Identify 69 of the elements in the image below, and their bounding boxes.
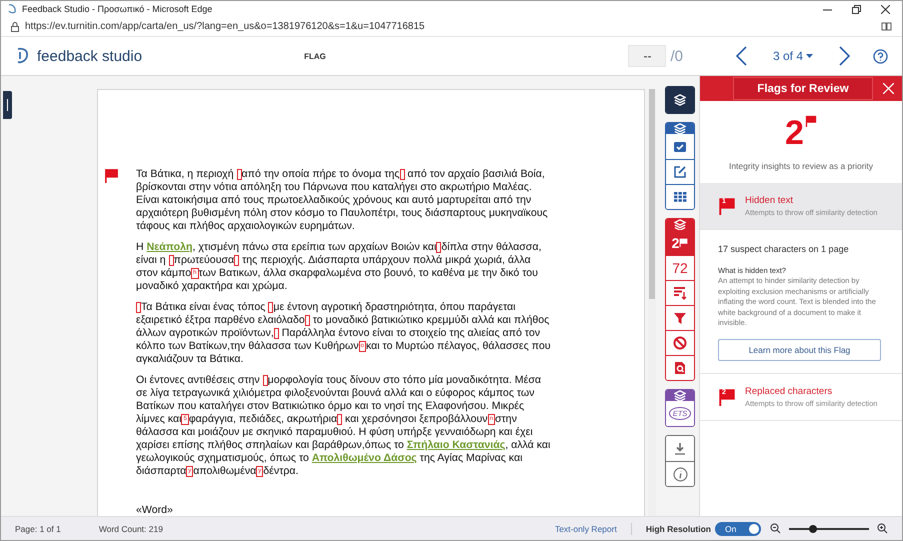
hidden-character-marker (304, 315, 310, 326)
flag-icon (804, 115, 817, 127)
page-total: /0 (670, 48, 683, 64)
hidden-character-marker (168, 255, 174, 266)
section-label: FLAG (304, 52, 326, 60)
hidden-character-marker (236, 169, 242, 180)
rubric-icon (673, 140, 687, 154)
panel-subtitle: Integrity insights to review as a priority (728, 161, 874, 171)
high-resolution-toggle[interactable]: On (715, 522, 761, 536)
reading-view-icon[interactable] (881, 21, 892, 32)
learn-more-button[interactable]: Learn more about this Flag (718, 338, 881, 360)
page-indicator: Page: 1 of 1 (15, 524, 61, 534)
hidden-character-marker (337, 414, 342, 425)
doc-search-tool-button[interactable] (666, 355, 694, 380)
layers-icon (674, 94, 686, 106)
previous-button[interactable] (734, 46, 747, 66)
flag-icon (104, 168, 119, 183)
grid-icon (673, 190, 687, 204)
hidden-character-marker (274, 328, 279, 339)
lock-icon (11, 22, 19, 32)
help-icon[interactable] (873, 48, 888, 64)
high-resolution-label: High Resolution (646, 524, 711, 534)
document-link[interactable]: Σπήλαιο Καστανιάς (406, 439, 506, 451)
flag-icon (679, 238, 688, 247)
url-text[interactable]: https://ev.turnitin.com/app/carta/en_us/?lang=en_us&o=1381976120&s=1&u=1047716815 (25, 21, 425, 32)
edit-icon (673, 165, 687, 179)
document-link[interactable]: Νεάπολη (146, 241, 192, 253)
close-icon[interactable] (881, 4, 890, 14)
flag-count-tool-button[interactable]: 2 (666, 230, 694, 255)
logo-text: feedback studio (37, 48, 142, 64)
window-title: Feedback Studio - Προσωπικό - Microsoft Edge (22, 4, 212, 14)
filter-icon (673, 311, 687, 325)
zoom-out-icon[interactable] (770, 523, 781, 534)
restore-icon[interactable] (852, 4, 861, 14)
hidden-character-marker (268, 302, 274, 313)
ban-icon (673, 336, 687, 350)
layers-tool-button[interactable] (666, 87, 694, 113)
browser-logo-icon (7, 4, 17, 14)
paper-position-dropdown[interactable]: 3 of 4 (772, 49, 813, 63)
sort-icon (673, 286, 687, 300)
info-icon (672, 466, 688, 482)
scrollbar[interactable] (648, 89, 656, 516)
flag-title: Hidden text (745, 195, 794, 206)
flag-title: Replaced characters (745, 386, 834, 396)
next-button[interactable] (839, 46, 851, 66)
word-count: Word Count: 219 (98, 524, 163, 534)
document-paragraph: «Word» (136, 504, 174, 517)
flag-count: 2 (785, 115, 804, 151)
document-search-icon (673, 361, 687, 375)
hidden-character-marker (436, 242, 442, 253)
grid-tool-button[interactable] (666, 184, 694, 209)
hidden-character-marker (136, 302, 141, 313)
text-only-report-link[interactable]: Text-only Report (554, 524, 617, 534)
hidden-character-marker (234, 255, 240, 266)
document-link[interactable]: Απολιθωμένο Δάσος (312, 452, 417, 464)
logo-icon (15, 47, 31, 65)
page-input-field[interactable]: -- (628, 45, 666, 67)
info-tool-button[interactable] (666, 461, 694, 486)
document-paragraph: Τα Βάτικα, η περιοχή από την οποία πήρε το όνομα της από τον αρχαίο βασιλιά Βοία, βρίσκονται στην νότια απόληξη του Πάρνωνα που καταλήγει στο ακρωτήριο Μαλέας. Είναι κατοικήσιμα από τους πρωτοελλαδικούς χρόνους και αυτό μαρτυρείται από την αρχαιότερη βυθισμένη πόλη στον κόσμο το Παυλοπέτρι, τους διάσπαρτους μυκηναϊκους τάφους και πλήθος αρχαιολογικών ευρημάτων. (136, 168, 549, 233)
caret-icon (806, 54, 813, 58)
zoom-in-icon[interactable] (877, 523, 888, 534)
panel-title: Flags for Review (733, 77, 873, 100)
flag-icon (718, 388, 736, 406)
hidden-character-marker (400, 169, 405, 180)
sidebar-handle[interactable] (3, 91, 12, 119)
download-icon (673, 442, 687, 456)
hidden-character-marker (262, 375, 268, 386)
flag-icon (718, 197, 736, 215)
suspect-summary: 17 suspect characters on 1 page (718, 244, 850, 254)
